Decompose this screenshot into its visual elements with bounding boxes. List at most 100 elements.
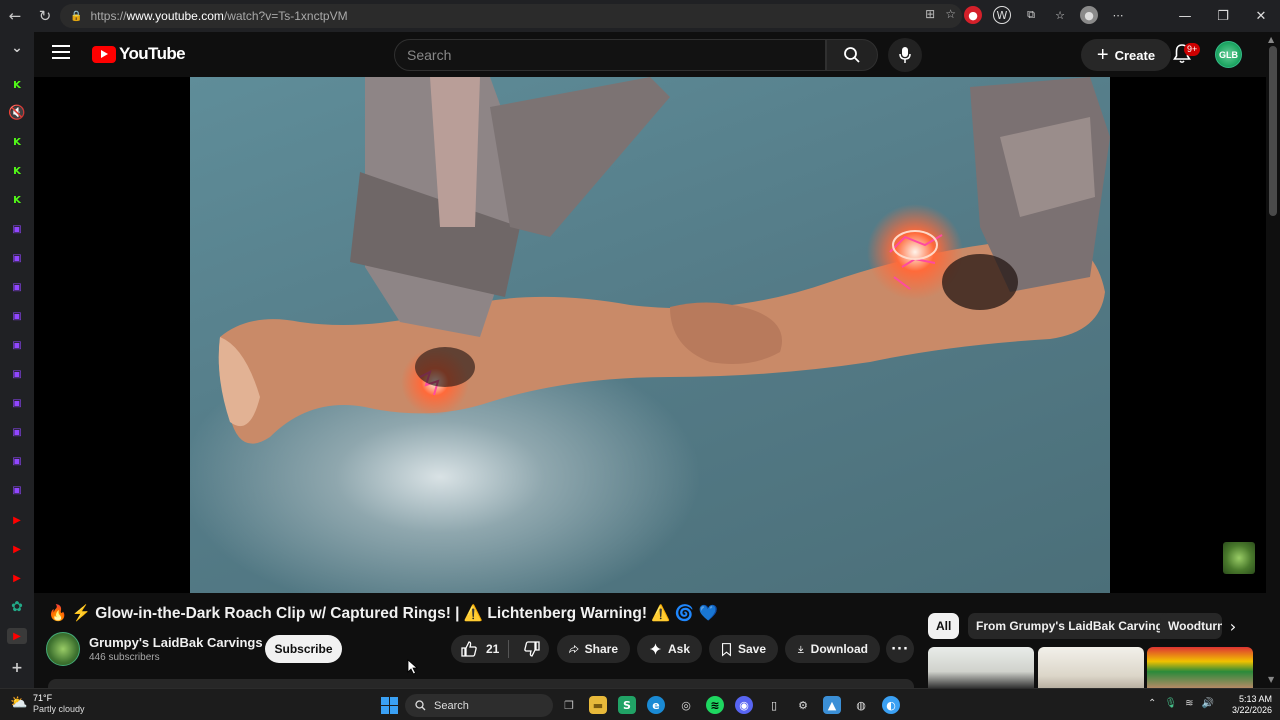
adblock-extension-icon[interactable]: ● <box>964 6 982 24</box>
twitch-tab-icon[interactable]: ▣ <box>9 482 25 498</box>
youtube-tab-icon[interactable]: ▶ <box>9 512 25 528</box>
subscribe-button[interactable]: Subscribe <box>265 635 342 663</box>
chip-from-channel[interactable]: From Grumpy's LaidBak Carvings <box>968 613 1178 639</box>
twitch-tab-icon[interactable]: ▣ <box>9 221 25 237</box>
kick-tab-icon[interactable]: K <box>9 77 25 93</box>
edge-browser-icon[interactable]: e <box>647 696 665 714</box>
account-avatar[interactable]: GLB <box>1215 41 1242 68</box>
settings-gear-icon[interactable]: ⚙ <box>794 696 812 714</box>
taskbar-search[interactable]: Search <box>405 694 553 717</box>
refresh-icon[interactable]: ↻ <box>30 1 60 31</box>
favorites-icon[interactable]: ☆ <box>1051 6 1069 24</box>
twitch-tab-icon[interactable]: ▣ <box>9 424 25 440</box>
scroll-down-icon[interactable]: ▼ <box>1268 675 1274 684</box>
like-button[interactable]: 21 <box>451 640 502 658</box>
start-menu-icon[interactable] <box>381 697 398 714</box>
tray-overflow-chevron-icon[interactable]: ⌃ <box>1148 698 1156 709</box>
task-view-icon[interactable]: ❐ <box>560 696 578 714</box>
kick-tab-icon[interactable]: K <box>9 163 25 179</box>
chat-app-icon[interactable]: ◎ <box>677 696 695 714</box>
like-count: 21 <box>486 642 500 656</box>
address-bar[interactable]: 🔒 https://www.youtube.com/watch?v=Ts-1xn… <box>60 4 962 28</box>
spotify-icon[interactable]: ≋ <box>706 696 724 714</box>
close-icon[interactable]: ✕ <box>1242 0 1280 32</box>
spreadsheet-app-icon[interactable]: S <box>618 696 636 714</box>
minimize-icon[interactable]: — <box>1166 0 1204 32</box>
steam-icon[interactable]: ◍ <box>852 696 870 714</box>
recommended-thumbnail[interactable] <box>928 647 1034 688</box>
muted-tab-icon[interactable]: 🔇 <box>8 105 25 121</box>
more-menu-icon[interactable]: ⋯ <box>1109 6 1127 24</box>
guide-menu-icon[interactable] <box>52 45 70 63</box>
site-info-icon[interactable]: 🔒 <box>70 11 82 22</box>
share-label: Share <box>584 642 618 656</box>
back-icon[interactable]: ← <box>0 1 30 31</box>
scrollbar-thumb[interactable] <box>1269 46 1277 216</box>
kick-tab-icon[interactable]: K <box>9 134 25 150</box>
extension-icon[interactable]: W <box>993 6 1011 24</box>
create-label: Create <box>1114 47 1156 63</box>
channel-name[interactable]: Grumpy's LaidBak Carvings <box>89 635 263 650</box>
system-clock[interactable]: 5:13 AM 3/22/2026 <box>1222 694 1272 716</box>
new-tab-icon[interactable]: + <box>9 660 25 676</box>
channel-watermark[interactable] <box>1223 542 1255 574</box>
weather-widget[interactable]: ⛅ 71°F Partly cloudy <box>10 693 85 715</box>
photos-app-icon[interactable]: ▲ <box>823 696 841 714</box>
video-still <box>218 77 1110 444</box>
app-available-icon[interactable]: ⊞ <box>925 7 935 21</box>
twitch-tab-icon[interactable]: ▣ <box>9 337 25 353</box>
search-button[interactable] <box>826 39 878 71</box>
dislike-button[interactable] <box>515 640 549 658</box>
browser-toolbar: ← ↻ 🔒 https://www.youtube.com/watch?v=Ts… <box>0 0 1280 32</box>
share-button[interactable]: Share <box>557 635 630 663</box>
file-explorer-icon[interactable]: ▬ <box>589 696 607 714</box>
active-youtube-tab-icon[interactable]: ▶ <box>7 628 27 644</box>
window-controls: — ❐ ✕ <box>1166 0 1280 32</box>
twitch-tab-icon[interactable]: ▣ <box>9 366 25 382</box>
youtube-logo[interactable]: YouTube <box>92 44 186 64</box>
twitch-tab-icon[interactable]: ▣ <box>9 395 25 411</box>
recommended-thumbnail[interactable] <box>1147 647 1253 688</box>
microphone-tray-icon[interactable]: 🎙 <box>1164 698 1177 709</box>
create-button[interactable]: + Create <box>1081 39 1171 71</box>
kick-tab-icon[interactable]: K <box>9 192 25 208</box>
browser-sidebar: ⌄ K 🔇 K K K ▣ ▣ ▣ ▣ ▣ ▣ ▣ ▣ ▣ ▣ ▶ ▶ ▶ ✿ … <box>0 32 34 688</box>
recommended-thumbnail[interactable] <box>1038 647 1144 688</box>
volume-icon[interactable]: 🔊 <box>1201 698 1213 709</box>
app-icon[interactable]: ◐ <box>882 696 900 714</box>
puzzle-extensions-icon[interactable]: ⧉ <box>1022 6 1040 24</box>
chevron-right-icon[interactable]: › <box>1222 615 1244 637</box>
youtube-wordmark: YouTube <box>119 44 186 63</box>
twitch-tab-icon[interactable]: ▣ <box>9 453 25 469</box>
youtube-tab-icon[interactable]: ▶ <box>9 570 25 586</box>
twitch-tab-icon[interactable]: ▣ <box>9 308 25 324</box>
youtube-masthead: YouTube Search + Create 9+ GLB <box>34 32 1266 77</box>
voice-search-button[interactable] <box>888 38 922 72</box>
address-bar-actions: ⊞ ☆ <box>925 7 956 21</box>
tab-actions-chevron-icon[interactable]: ⌄ <box>9 40 25 56</box>
favorite-star-icon[interactable]: ☆ <box>945 7 956 21</box>
video-player[interactable] <box>34 77 1266 593</box>
scroll-up-icon[interactable]: ▲ <box>1268 35 1274 44</box>
save-button[interactable]: Save <box>709 635 778 663</box>
more-actions-icon[interactable]: ··· <box>886 635 914 663</box>
twitch-tab-icon[interactable]: ▣ <box>9 279 25 295</box>
restore-icon[interactable]: ❐ <box>1204 0 1242 32</box>
system-tray: ⌃ 🎙 ≋ 🔊 <box>1148 698 1214 709</box>
channel-avatar[interactable] <box>46 632 80 666</box>
page-scrollbar[interactable]: ▲ ▼ <box>1266 32 1280 688</box>
tab-favicon-icon[interactable]: ✿ <box>9 599 25 615</box>
video-frame[interactable] <box>190 77 1110 593</box>
chip-all[interactable]: All <box>928 613 960 639</box>
twitch-tab-icon[interactable]: ▣ <box>9 250 25 266</box>
search-input[interactable]: Search <box>394 39 826 71</box>
youtube-tab-icon[interactable]: ▶ <box>9 541 25 557</box>
notepad-icon[interactable]: ▯ <box>765 696 783 714</box>
chip-woodturning[interactable]: Woodturning <box>1160 613 1222 639</box>
wifi-icon[interactable]: ≋ <box>1185 698 1193 709</box>
ask-button[interactable]: Ask <box>637 635 702 663</box>
profile-icon[interactable]: ● <box>1080 6 1098 24</box>
discord-icon[interactable]: ◉ <box>735 696 753 714</box>
download-button[interactable]: Download <box>785 635 880 663</box>
description-box[interactable] <box>48 679 914 688</box>
